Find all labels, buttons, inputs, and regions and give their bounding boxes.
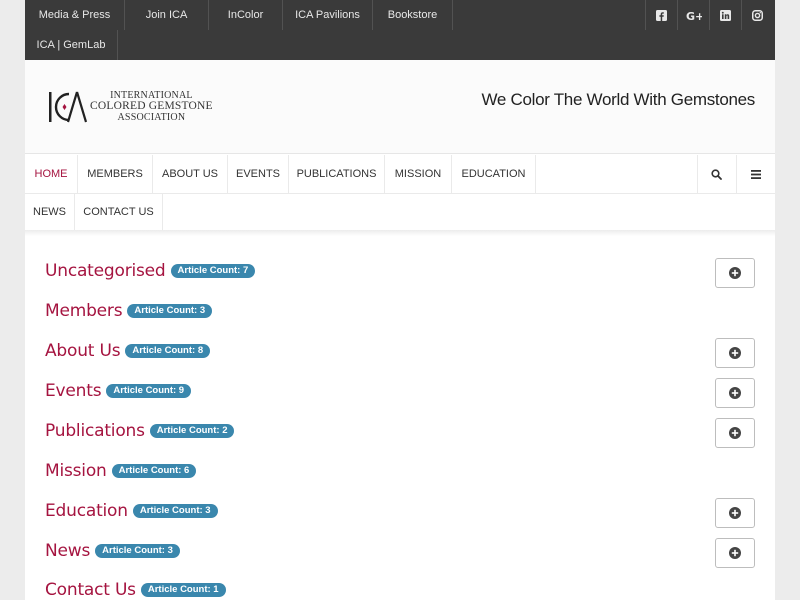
search-icon[interactable] (697, 155, 735, 193)
logo-text: INTERNATIONAL COLORED GEMSTONE ASSOCIATI… (90, 90, 213, 123)
expand-button-events[interactable] (715, 378, 755, 408)
nav-item-mission[interactable]: MISSION (385, 155, 452, 193)
linkedin-icon[interactable] (709, 0, 741, 30)
category-item-education: Education Article Count: 3 (45, 496, 218, 526)
plus-circle-icon (729, 547, 741, 559)
nav-item-education[interactable]: EDUCATION (452, 155, 536, 193)
category-title[interactable]: Events (45, 381, 102, 401)
category-title[interactable]: Contact Us (45, 580, 136, 600)
topbar-link-media-press[interactable]: Media & Press (25, 0, 125, 30)
article-count-badge: Article Count: 9 (106, 384, 192, 398)
nav-item-about-us[interactable]: ABOUT US (153, 155, 228, 193)
plus-circle-icon (729, 347, 741, 359)
category-title[interactable]: About Us (45, 341, 121, 361)
site-tagline: We Color The World With Gemstones (481, 90, 755, 109)
category-title[interactable]: Uncategorised (45, 261, 166, 281)
topbar-link-incolor[interactable]: InColor (209, 0, 283, 30)
category-title[interactable]: News (45, 541, 90, 561)
plus-circle-icon (729, 387, 741, 399)
google-plus-icon[interactable]: G+ (677, 0, 709, 30)
category-item-publications: Publications Article Count: 2 (45, 416, 235, 446)
article-count-badge: Article Count: 3 (132, 504, 218, 518)
topbar-link-bookstore[interactable]: Bookstore (373, 0, 453, 30)
nav-item-publications[interactable]: PUBLICATIONS (289, 155, 385, 193)
site-logo[interactable]: INTERNATIONAL COLORED GEMSTONE ASSOCIATI… (48, 90, 248, 126)
nav-item-news[interactable]: NEWS (25, 193, 75, 231)
expand-button-about-us[interactable] (715, 338, 755, 368)
menu-icon[interactable] (736, 155, 774, 193)
plus-circle-icon (729, 427, 741, 439)
topbar-link-join-ica[interactable]: Join ICA (125, 0, 209, 30)
category-title[interactable]: Education (45, 501, 128, 521)
category-title[interactable]: Members (45, 301, 123, 321)
category-item-mission: Mission Article Count: 6 (45, 456, 197, 486)
svg-text:G+: G+ (686, 10, 702, 21)
nav-item-events[interactable]: EVENTS (228, 155, 289, 193)
article-count-badge: Article Count: 2 (149, 424, 235, 438)
category-title[interactable]: Publications (45, 421, 145, 441)
category-item-contact-us: Contact Us Article Count: 1 (45, 575, 226, 600)
expand-button-news[interactable] (715, 538, 755, 568)
plus-circle-icon (729, 267, 741, 279)
article-count-badge: Article Count: 8 (125, 344, 211, 358)
category-item-members: Members Article Count: 3 (45, 296, 213, 326)
category-title[interactable]: Mission (45, 461, 107, 481)
logo-line-3: ASSOCIATION (117, 112, 186, 123)
category-item-uncategorised: Uncategorised Article Count: 7 (45, 256, 256, 286)
ica-logo-mark (49, 91, 88, 123)
nav-item-contact-us[interactable]: CONTACT US (75, 193, 163, 231)
article-count-badge: Article Count: 3 (95, 544, 180, 558)
facebook-icon[interactable] (645, 0, 677, 30)
main-navigation: HOME MEMBERS ABOUT US EVENTS PUBLICATION… (25, 155, 775, 231)
expand-button-education[interactable] (715, 498, 755, 528)
category-item-news: News Article Count: 3 (45, 536, 180, 566)
site-header: INTERNATIONAL COLORED GEMSTONE ASSOCIATI… (25, 60, 775, 154)
expand-button-uncategorised[interactable] (715, 258, 755, 288)
logo-line-2: COLORED GEMSTONE (90, 100, 213, 112)
nav-item-members[interactable]: MEMBERS (78, 155, 153, 193)
article-count-badge: Article Count: 3 (127, 304, 213, 318)
category-item-about-us: About Us Article Count: 8 (45, 336, 211, 366)
topbar-link-ica-pavilions[interactable]: ICA Pavilions (283, 0, 373, 30)
main-container: INTERNATIONAL COLORED GEMSTONE ASSOCIATI… (25, 60, 775, 600)
expand-button-publications[interactable] (715, 418, 755, 448)
nav-item-home[interactable]: HOME (25, 155, 78, 193)
top-bar: Media & Press Join ICA InColor ICA Pavil… (25, 0, 775, 60)
article-count-badge: Article Count: 1 (140, 583, 226, 597)
article-count-badge: Article Count: 7 (170, 264, 256, 278)
topbar-link-ica-gemlab[interactable]: ICA | GemLab (25, 30, 118, 60)
instagram-icon[interactable] (741, 0, 773, 30)
category-item-events: Events Article Count: 9 (45, 376, 192, 406)
nav-shadow (25, 230, 775, 236)
plus-circle-icon (729, 507, 741, 519)
article-count-badge: Article Count: 6 (111, 464, 197, 478)
